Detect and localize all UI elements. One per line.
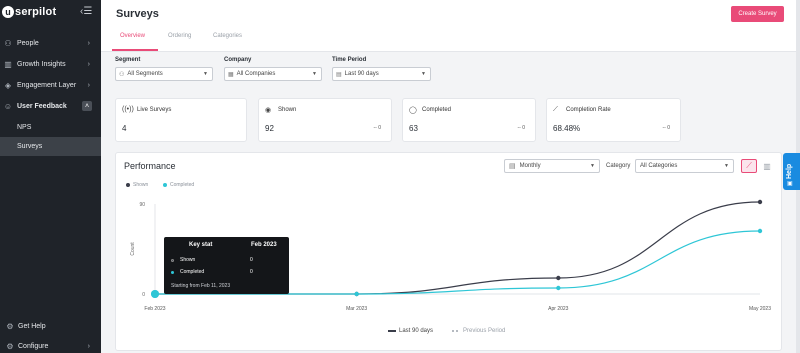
- y-axis-label: Count: [130, 242, 136, 256]
- tooltip-row-shown: Shown: [171, 257, 195, 263]
- legend-line: [388, 330, 396, 332]
- data-point-completed: [556, 285, 561, 291]
- y-tick-label: 90: [139, 202, 145, 208]
- data-point-completed: [757, 228, 763, 234]
- tooltip-row-value: 0: [250, 257, 253, 263]
- chart-tooltip: Key stat Feb 2023 Shown 0 Completed 0 St…: [164, 237, 289, 294]
- data-point-completed: [354, 291, 359, 297]
- tooltip-row-label: Shown: [180, 257, 196, 263]
- tooltip-dot: [171, 270, 174, 274]
- data-point-shown: [757, 199, 763, 205]
- x-tick-label: May 2023: [749, 306, 771, 312]
- legend-line: [452, 330, 460, 332]
- help-tab[interactable]: Help ▣: [783, 153, 800, 190]
- tooltip-dot: [171, 258, 174, 262]
- tooltip-row-value: 0: [250, 269, 253, 275]
- help-label: Help: [786, 163, 793, 179]
- tooltip-header-date: Feb 2023: [251, 242, 277, 248]
- legend-previous-period[interactable]: Previous Period: [452, 328, 505, 334]
- legend-last-90-days[interactable]: Last 90 days: [388, 328, 433, 334]
- legend-label: Last 90 days: [399, 328, 434, 334]
- x-tick-label: Feb 2023: [144, 306, 165, 312]
- tooltip-header-label: Key stat: [189, 242, 213, 248]
- help-icon: ▣: [787, 181, 793, 187]
- tooltip-footer: Starting from Feb 11, 2023: [171, 283, 231, 289]
- performance-chart: 0 90 Count Feb 2023 Mar 2023 Apr 2023 May 2023: [130, 199, 771, 312]
- x-tick-label: Mar 2023: [346, 306, 367, 312]
- data-point-completed: [151, 290, 159, 298]
- tooltip-row-label: Completed: [180, 269, 205, 275]
- x-tick-label: Apr 2023: [548, 306, 569, 312]
- legend-label: Previous Period: [463, 328, 506, 334]
- tooltip-row-completed: Completed: [171, 269, 204, 275]
- data-point-shown: [556, 275, 561, 281]
- y-tick-label: 0: [142, 292, 145, 298]
